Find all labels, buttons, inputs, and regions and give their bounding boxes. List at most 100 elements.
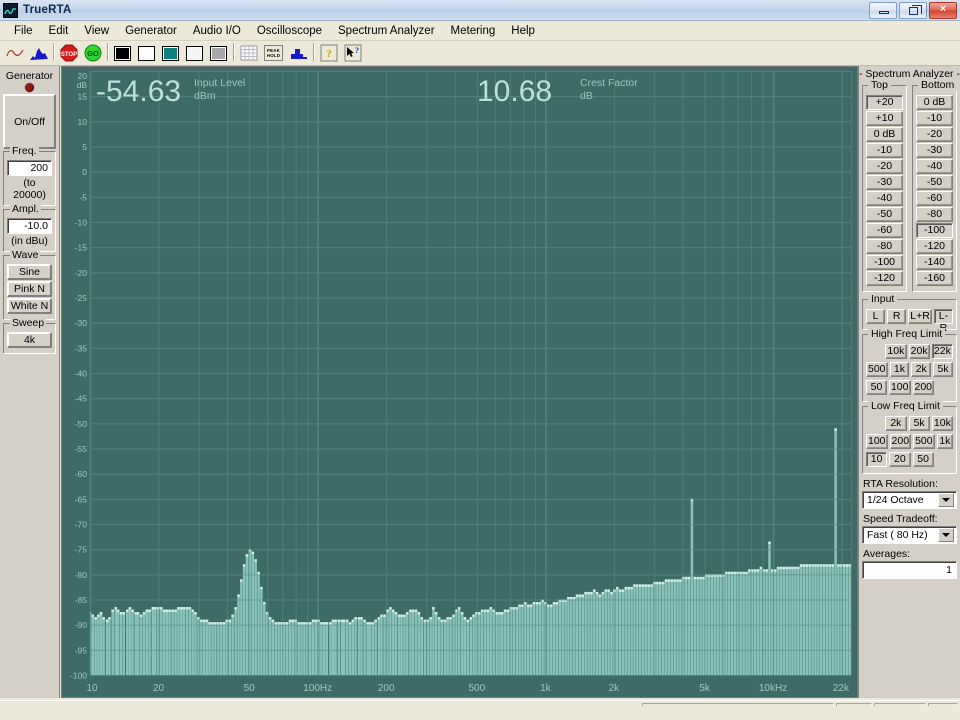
lf-option-10[interactable]: 10 [866, 452, 888, 467]
input-option-lplusr[interactable]: L+R [908, 309, 932, 324]
hf-option-20k[interactable]: 20k [908, 344, 930, 359]
speed-tradeoff-select[interactable]: Fast ( 80 Hz) [862, 526, 957, 544]
input-option-l[interactable]: L [866, 309, 886, 324]
bottom-option-minus140[interactable]: -140 [916, 255, 953, 270]
go-icon[interactable]: GO [81, 42, 104, 64]
grid-toggle-icon[interactable] [237, 42, 260, 64]
bottom-option-minus10[interactable]: -10 [916, 111, 953, 126]
lf-option-1k[interactable]: 1k [936, 434, 953, 449]
top-option-minus10[interactable]: -10 [866, 143, 903, 158]
bottom-option-minus120[interactable]: -120 [916, 239, 953, 254]
averages-input[interactable]: 1 [862, 561, 957, 579]
minimize-button[interactable] [869, 2, 897, 19]
bottom-option-minus80[interactable]: -80 [916, 207, 953, 222]
hf-option-5k[interactable]: 5k [933, 362, 954, 377]
generator-title: Generator [5, 70, 54, 82]
generator-onoff-button[interactable]: On/Off [3, 94, 56, 149]
top-option-minus80[interactable]: -80 [866, 239, 903, 254]
context-help-icon[interactable]: ? [341, 42, 364, 64]
color-swatch-light-button[interactable] [183, 42, 206, 64]
color-swatch-teal-button[interactable] [159, 42, 182, 64]
menu-generator[interactable]: Generator [117, 23, 185, 39]
stop-icon[interactable]: STOP [57, 42, 80, 64]
lf-option-100[interactable]: 100 [866, 434, 888, 449]
bottom-option-minus30[interactable]: -30 [916, 143, 953, 158]
frequency-input[interactable]: 200 [7, 160, 52, 176]
lf-option-500[interactable]: 500 [913, 434, 935, 449]
top-option-minus120[interactable]: -120 [866, 271, 903, 286]
bar-graph-icon[interactable] [287, 42, 310, 64]
top-option-plus20[interactable]: +20 [866, 95, 903, 110]
truerta-window: TrueRTA × File Edit View Generator Audio… [0, 0, 960, 720]
top-option-plus10[interactable]: +10 [866, 111, 903, 126]
hf-option-10k[interactable]: 10k [885, 344, 907, 359]
spectrum-graph-area: 20 15 10 5 0 -5 -10 -15 -20 -25 -30 -35 -40 -45 -50 -55… [61, 66, 858, 698]
chevron-down-icon[interactable] [938, 493, 954, 507]
color-swatch-white-button[interactable] [135, 42, 158, 64]
bottom-option-minus40[interactable]: -40 [916, 159, 953, 174]
svg-text:-100: -100 [70, 671, 87, 681]
color-swatch-gray-button[interactable] [207, 42, 230, 64]
bottom-option-minus160[interactable]: -160 [916, 271, 953, 286]
svg-text:-65: -65 [75, 494, 88, 504]
menu-view[interactable]: View [76, 23, 117, 39]
bottom-option-minus50[interactable]: -50 [916, 175, 953, 190]
wave-option-sine[interactable]: Sine [7, 264, 52, 280]
bottom-option-minus60[interactable]: -60 [916, 191, 953, 206]
svg-text:500: 500 [468, 683, 485, 694]
lf-option-2k[interactable]: 2k [885, 416, 907, 431]
menu-file[interactable]: File [6, 23, 41, 39]
menu-edit[interactable]: Edit [41, 23, 77, 39]
high-freq-limit-legend: High Freq Limit [868, 328, 946, 340]
speed-tradeoff-label: Speed Tradeoff: [863, 513, 938, 525]
bottom-option-0db[interactable]: 0 dB [916, 95, 953, 110]
top-option-minus50[interactable]: -50 [866, 207, 903, 222]
bottom-option-minus20[interactable]: -20 [916, 127, 953, 142]
chevron-down-icon[interactable] [938, 528, 954, 542]
color-swatch-black-button[interactable] [111, 42, 134, 64]
top-option-minus100[interactable]: -100 [866, 255, 903, 270]
help-icon[interactable]: ? [317, 42, 340, 64]
top-option-minus30[interactable]: -30 [866, 175, 903, 190]
top-option-0db[interactable]: 0 dB [866, 127, 903, 142]
menu-metering[interactable]: Metering [443, 23, 504, 39]
hf-option-2k[interactable]: 2k [911, 362, 932, 377]
top-option-minus60[interactable]: -60 [866, 223, 903, 238]
generator-led-icon [25, 83, 34, 92]
svg-text:2k: 2k [609, 683, 621, 694]
hf-option-200[interactable]: 200 [912, 380, 935, 395]
hf-option-22k[interactable]: 22k [931, 344, 953, 359]
hf-option-50[interactable]: 50 [866, 380, 887, 395]
sine-wave-icon[interactable] [3, 42, 26, 64]
svg-text:-45: -45 [75, 394, 88, 404]
lf-option-5k[interactable]: 5k [908, 416, 930, 431]
wave-option-white-n[interactable]: White N [7, 298, 52, 314]
hf-option-1k[interactable]: 1k [889, 362, 910, 377]
amplitude-input[interactable]: -10.0 [7, 218, 52, 234]
peak-hold-button[interactable]: PEAK HOLD [261, 42, 286, 64]
input-option-r[interactable]: R [887, 309, 907, 324]
top-option-minus40[interactable]: -40 [866, 191, 903, 206]
spectrum-plot[interactable]: 20 15 10 5 0 -5 -10 -15 -20 -25 -30 -35 -40 -45 -50 -55… [61, 66, 858, 698]
top-option-minus20[interactable]: -20 [866, 159, 903, 174]
bottom-option-minus100[interactable]: -100 [916, 223, 953, 238]
lf-option-50[interactable]: 50 [912, 452, 934, 467]
lf-option-10k[interactable]: 10k [931, 416, 953, 431]
input-legend: Input [868, 293, 898, 305]
lf-option-20[interactable]: 20 [889, 452, 911, 467]
restore-button[interactable] [899, 2, 927, 19]
lf-option-200[interactable]: 200 [889, 434, 912, 449]
menu-oscilloscope[interactable]: Oscilloscope [249, 23, 330, 39]
menu-audio-io[interactable]: Audio I/O [185, 23, 249, 39]
sweep-button[interactable]: 4k [7, 332, 52, 348]
rta-resolution-select[interactable]: 1/24 Octave [862, 491, 957, 509]
input-option-lminusr[interactable]: L-R [933, 309, 953, 334]
svg-text:STOP: STOP [60, 52, 76, 58]
wave-option-pink-n[interactable]: Pink N [7, 281, 52, 297]
hf-option-100[interactable]: 100 [888, 380, 911, 395]
menu-spectrum-analyzer[interactable]: Spectrum Analyzer [330, 23, 443, 39]
close-button[interactable]: × [929, 2, 957, 19]
hf-option-500[interactable]: 500 [866, 362, 888, 377]
spectrum-icon[interactable] [27, 42, 50, 64]
menu-help[interactable]: Help [503, 23, 543, 39]
